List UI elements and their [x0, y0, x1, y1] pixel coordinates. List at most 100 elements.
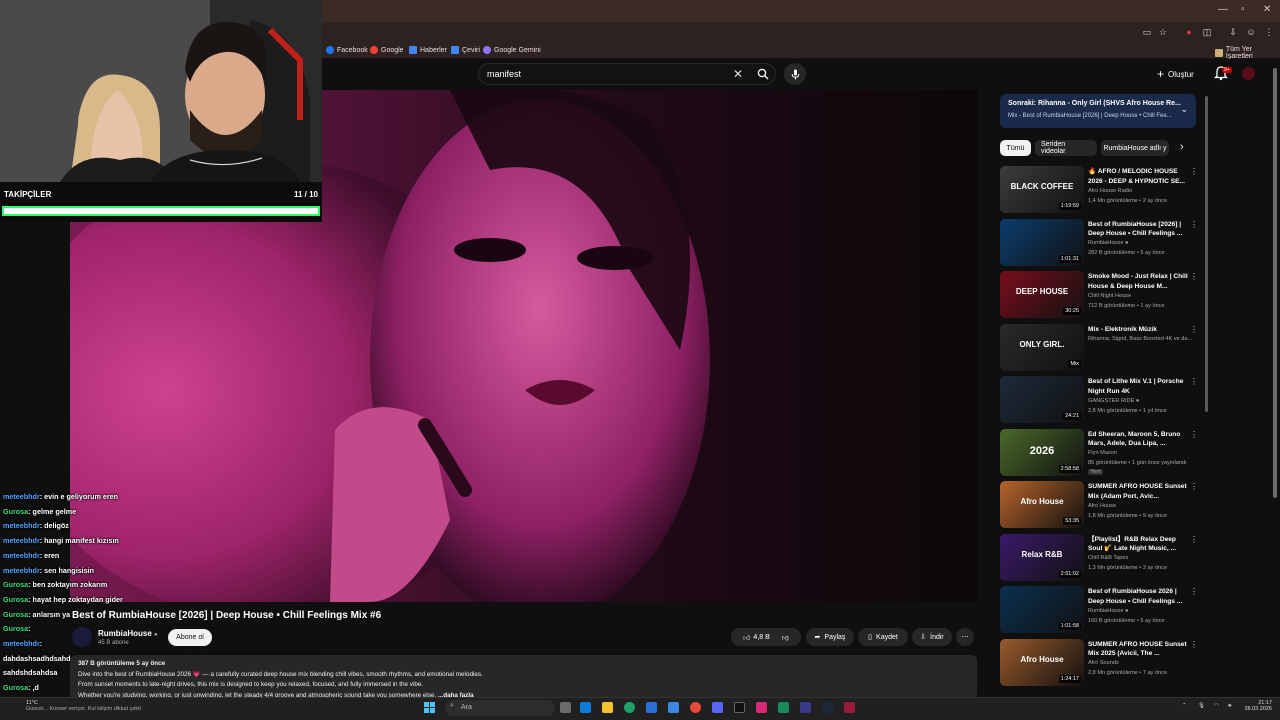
- extension-icon[interactable]: ●: [1184, 27, 1194, 37]
- video-channel[interactable]: Afro Sounds: [1088, 660, 1119, 666]
- chevron-right-icon[interactable]: ›: [1180, 141, 1184, 153]
- search-button[interactable]: [750, 63, 776, 85]
- app-icon[interactable]: [800, 702, 811, 713]
- related-video-item[interactable]: Relax R&B 2:51:02 【Playlist】R&B Relax Deep…: [1000, 533, 1200, 584]
- related-video-item[interactable]: 24:21 Best of Lithe Mix V.1 | Porsche Nig…: [1000, 376, 1200, 426]
- video-title[interactable]: Mix - Elektronik Müzik: [1088, 325, 1188, 335]
- related-video-item[interactable]: Afro House 1:24:17 SUMMER AFRO HOUSE Sunse…: [1000, 638, 1200, 689]
- minimize-icon[interactable]: —: [1218, 4, 1228, 15]
- video-title[interactable]: 🔥 AFRO / MELODIC HOUSE 2026 - DEEP & HYP…: [1088, 167, 1188, 186]
- video-thumbnail[interactable]: 24:21: [1000, 376, 1084, 423]
- video-title[interactable]: Best of Lithe Mix V.1 | Porsche Night Ru…: [1088, 377, 1188, 396]
- video-thumbnail[interactable]: DEEP HOUSE 30:25: [1000, 271, 1084, 318]
- channel-avatar[interactable]: [72, 627, 92, 647]
- subscribe-button[interactable]: Abone ol: [168, 629, 212, 646]
- save-button[interactable]: ▯ Kaydet: [858, 628, 908, 646]
- star-bookmark-icon[interactable]: ☆: [1158, 27, 1168, 37]
- wifi-icon[interactable]: ◠: [1214, 703, 1219, 709]
- search-box[interactable]: manifest ✕: [478, 63, 776, 85]
- create-button[interactable]: + Oluştur: [1157, 66, 1194, 82]
- related-video-item[interactable]: 2026 2:58:58 Ed Sheeran, Maroon 5, Bruno M…: [1000, 428, 1200, 479]
- video-channel[interactable]: Afro House Radio: [1088, 188, 1132, 194]
- weather-widget[interactable]: 11°C Güncel... Konser veriyor, Kul kilişi…: [26, 700, 141, 712]
- video-thumbnail[interactable]: 1:01:31: [1000, 218, 1084, 266]
- sidebar-scrollbar[interactable]: [1205, 96, 1208, 412]
- app-icon[interactable]: [844, 702, 855, 713]
- video-thumbnail[interactable]: Afro House 53:35: [1000, 481, 1084, 528]
- page-scrollbar[interactable]: [1273, 68, 1277, 498]
- more-options-icon[interactable]: ⋮: [1190, 588, 1198, 596]
- close-window-icon[interactable]: ✕: [1263, 4, 1271, 15]
- video-channel[interactable]: Flyn Mason: [1088, 450, 1117, 456]
- video-title[interactable]: SUMMER AFRO HOUSE Sunset Mix 2025 (Avici…: [1088, 640, 1188, 659]
- related-video-item[interactable]: 1:01:58 Best of RumbiaHouse 2026 | Deep H…: [1000, 586, 1200, 636]
- dislike-button[interactable]: 👎︎: [782, 633, 789, 642]
- edge-icon[interactable]: [624, 702, 635, 713]
- app-icon[interactable]: [778, 702, 789, 713]
- video-title[interactable]: Best of RumbiaHouse [2026] | Deep House …: [1088, 220, 1188, 239]
- related-video-item[interactable]: BLACK COFFEE 1:19:59 🔥 AFRO / MELODIC HOUS…: [1000, 166, 1200, 216]
- chrome-icon[interactable]: [690, 702, 701, 713]
- more-options-icon[interactable]: ⋮: [1190, 430, 1198, 439]
- related-video-item[interactable]: DEEP HOUSE 30:25 Smoke Mood - Just Relax |…: [1000, 271, 1200, 321]
- more-actions-button[interactable]: ⋯: [956, 628, 974, 646]
- more-options-icon[interactable]: ⋮: [1190, 168, 1198, 176]
- more-options-icon[interactable]: ⋮: [1190, 220, 1198, 229]
- more-options-icon[interactable]: ⋮: [1190, 325, 1198, 334]
- more-options-icon[interactable]: ⋮: [1190, 483, 1198, 491]
- file-explorer-icon[interactable]: [602, 702, 613, 713]
- all-bookmarks[interactable]: Tüm Yer İşaretleri: [1215, 46, 1280, 60]
- video-thumbnail[interactable]: Afro House 1:24:17: [1000, 638, 1084, 686]
- bookmark-haberler[interactable]: Haberler: [409, 46, 447, 54]
- video-title[interactable]: Best of RumbiaHouse 2026 | Deep House • …: [1088, 587, 1188, 606]
- tray-chevron-icon[interactable]: ⌃: [1182, 703, 1187, 709]
- video-channel[interactable]: RumbiaHouse ●: [1088, 608, 1128, 614]
- video-title[interactable]: SUMMER AFRO HOUSE Sunset Mix (Adam Port,…: [1088, 482, 1188, 501]
- mail-icon[interactable]: [668, 702, 679, 713]
- taskbar-search[interactable]: Ara: [445, 700, 555, 716]
- cast-icon[interactable]: ▭: [1142, 27, 1152, 37]
- related-video-item[interactable]: Afro House 53:35 SUMMER AFRO HOUSE Sunset …: [1000, 481, 1200, 531]
- video-description[interactable]: 387 B görüntüleme 5 ay önce Dive into th…: [70, 655, 977, 700]
- like-button[interactable]: 👍︎ 4,8 B: [743, 633, 770, 642]
- related-video-item[interactable]: 1:01:31 Best of RumbiaHouse [2026] | Deep…: [1000, 218, 1200, 269]
- clock[interactable]: 21:17 28.03.2026: [1242, 700, 1272, 712]
- extensions-puzzle-icon[interactable]: ◫: [1202, 27, 1212, 37]
- video-title[interactable]: Smoke Mood - Just Relax | Chill House & …: [1088, 272, 1188, 291]
- task-view-icon[interactable]: [560, 702, 571, 713]
- video-channel[interactable]: Rihanna, Sigrid, Bass Boosted 4K ve da..…: [1088, 336, 1192, 342]
- widgets-icon[interactable]: [580, 702, 591, 713]
- video-title[interactable]: 【Playlist】R&B Relax Deep Soul 🎷 Late Nig…: [1088, 535, 1188, 554]
- download-button[interactable]: ⇩ İndir: [912, 628, 952, 646]
- video-channel[interactable]: RumbiaHouse ●: [1088, 240, 1128, 246]
- bookmark-facebook[interactable]: Facebook: [326, 46, 368, 54]
- video-thumbnail[interactable]: Relax R&B 2:51:02: [1000, 533, 1084, 581]
- more-options-icon[interactable]: ⋮: [1190, 640, 1198, 649]
- more-options-icon[interactable]: ⋮: [1190, 378, 1198, 386]
- video-channel[interactable]: Chill R&B Tapes: [1088, 555, 1128, 561]
- more-options-icon[interactable]: ⋮: [1190, 273, 1198, 281]
- up-next-mix-card[interactable]: Sonraki: Rihanna - Only Girl (SHVS Afro …: [1000, 94, 1196, 128]
- video-thumbnail[interactable]: 2026 2:58:58: [1000, 428, 1084, 476]
- share-button[interactable]: ➦ Paylaş: [806, 628, 854, 646]
- windows-start-icon[interactable]: [424, 702, 435, 713]
- menu-dots-icon[interactable]: ⋮: [1264, 27, 1274, 37]
- bookmark-gemini[interactable]: Google Gemini: [483, 46, 541, 54]
- volume-icon[interactable]: 🔊︎: [1228, 703, 1231, 710]
- chip-series-videos[interactable]: Seriden videolar: [1035, 140, 1097, 156]
- store-icon[interactable]: [646, 702, 657, 713]
- chip-all[interactable]: Tümü: [1000, 140, 1031, 156]
- video-thumbnail[interactable]: BLACK COFFEE 1:19:59: [1000, 166, 1084, 213]
- video-thumbnail[interactable]: 1:01:58: [1000, 586, 1084, 633]
- voice-search-button[interactable]: [784, 63, 806, 85]
- video-thumbnail[interactable]: ONLY GIRL. Mix: [1000, 323, 1084, 371]
- discord-icon[interactable]: [712, 702, 723, 713]
- video-channel[interactable]: Afro House: [1088, 503, 1116, 509]
- search-input[interactable]: manifest: [487, 69, 521, 79]
- account-avatar[interactable]: [1242, 67, 1255, 80]
- chip-channel[interactable]: RumbiaHouse adlı y: [1101, 140, 1169, 156]
- related-video-item[interactable]: ONLY GIRL. Mix Mix - Elektronik Müzik Rihan…: [1000, 323, 1200, 374]
- download-icon[interactable]: ⇩: [1228, 27, 1238, 37]
- x-app-icon[interactable]: [734, 702, 745, 713]
- more-options-icon[interactable]: ⋮: [1190, 535, 1198, 544]
